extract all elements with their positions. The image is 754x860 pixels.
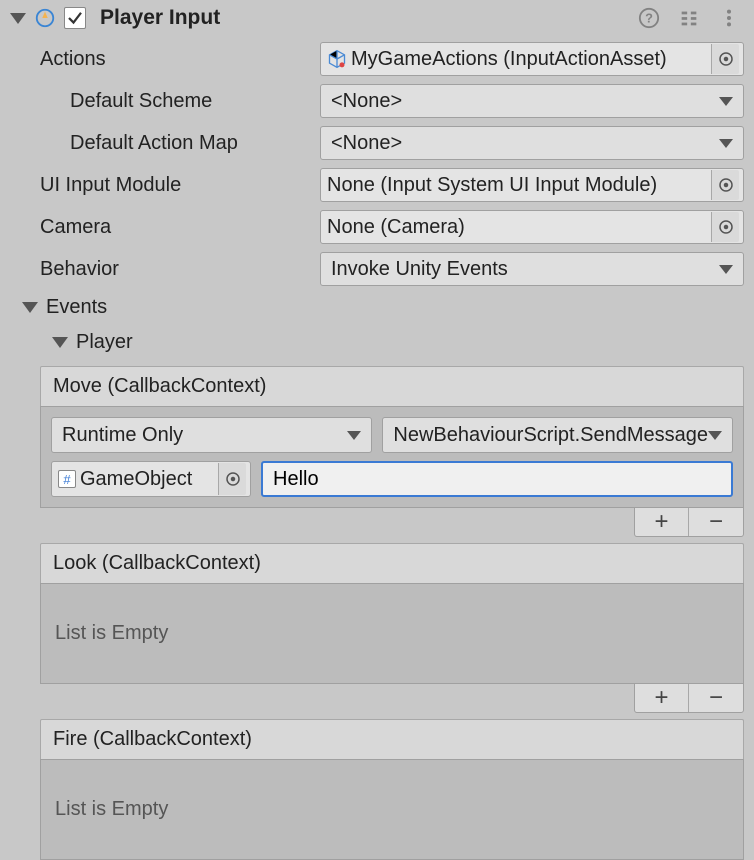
default-map-dropdown[interactable]: <None>: [320, 126, 744, 160]
chevron-down-icon: [719, 139, 733, 148]
chevron-down-icon: [347, 431, 361, 440]
list-buttons: + −: [634, 507, 744, 537]
camera-label: Camera: [40, 216, 312, 239]
preset-icon[interactable]: [678, 7, 700, 29]
object-picker-icon[interactable]: [218, 463, 246, 495]
object-picker-icon[interactable]: [711, 44, 739, 74]
actions-label: Actions: [40, 48, 312, 71]
ui-module-row: UI Input Module None (Input System UI In…: [0, 164, 754, 206]
behavior-label: Behavior: [40, 258, 312, 281]
actions-field[interactable]: MyGameActions (InputActionAsset): [320, 42, 744, 76]
look-event-group: Look (CallbackContext) List is Empty + −: [40, 543, 744, 713]
component-title: Player Input: [100, 6, 630, 30]
behavior-dropdown[interactable]: Invoke Unity Events: [320, 252, 744, 286]
player-foldout[interactable]: Player: [0, 325, 754, 360]
chevron-down-icon: [708, 431, 722, 440]
move-event-header: Move (CallbackContext): [40, 366, 744, 406]
default-scheme-dropdown[interactable]: <None>: [320, 84, 744, 118]
target-object-field[interactable]: # GameObject: [51, 461, 251, 497]
fire-event-header: Fire (CallbackContext): [40, 719, 744, 759]
default-scheme-label: Default Scheme: [70, 90, 312, 113]
chevron-down-icon: [719, 265, 733, 274]
component-foldout-icon[interactable]: [10, 13, 26, 24]
chevron-down-icon: [719, 97, 733, 106]
foldout-icon: [52, 337, 68, 348]
add-button[interactable]: +: [635, 508, 689, 536]
default-map-row: Default Action Map <None>: [0, 122, 754, 164]
move-event-body: Runtime Only NewBehaviourScript.SendMess…: [40, 406, 744, 508]
enabled-checkbox[interactable]: [64, 7, 86, 29]
fire-event-group: Fire (CallbackContext) List is Empty: [40, 719, 744, 860]
list-buttons: + −: [634, 683, 744, 713]
object-picker-icon[interactable]: [711, 170, 739, 200]
ui-module-field[interactable]: None (Input System UI Input Module): [320, 168, 744, 202]
object-picker-icon[interactable]: [711, 212, 739, 242]
camera-row: Camera None (Camera): [0, 206, 754, 248]
behavior-row: Behavior Invoke Unity Events: [0, 248, 754, 290]
function-dropdown[interactable]: NewBehaviourScript.SendMessage: [382, 417, 733, 453]
context-menu-icon[interactable]: [718, 7, 740, 29]
move-event-group: Move (CallbackContext) Runtime Only NewB…: [40, 366, 744, 537]
ui-module-label: UI Input Module: [40, 174, 312, 197]
look-event-body: List is Empty: [40, 583, 744, 684]
script-icon: [34, 7, 56, 29]
component-header: Player Input ?: [0, 0, 754, 38]
empty-list-label: List is Empty: [51, 594, 733, 673]
events-foldout[interactable]: Events: [0, 290, 754, 325]
add-button[interactable]: +: [635, 684, 689, 712]
foldout-icon: [22, 302, 38, 313]
script-hash-icon: #: [58, 470, 76, 488]
default-scheme-row: Default Scheme <None>: [0, 80, 754, 122]
actions-row: Actions MyGameActions (InputActionAsset): [0, 38, 754, 80]
default-map-label: Default Action Map: [70, 132, 312, 155]
argument-input[interactable]: [261, 461, 733, 497]
remove-button[interactable]: −: [689, 684, 743, 712]
asset-icon: [327, 49, 347, 69]
camera-field[interactable]: None (Camera): [320, 210, 744, 244]
remove-button[interactable]: −: [689, 508, 743, 536]
svg-text:?: ?: [645, 11, 653, 26]
look-event-header: Look (CallbackContext): [40, 543, 744, 583]
call-mode-dropdown[interactable]: Runtime Only: [51, 417, 372, 453]
help-icon[interactable]: ?: [638, 7, 660, 29]
